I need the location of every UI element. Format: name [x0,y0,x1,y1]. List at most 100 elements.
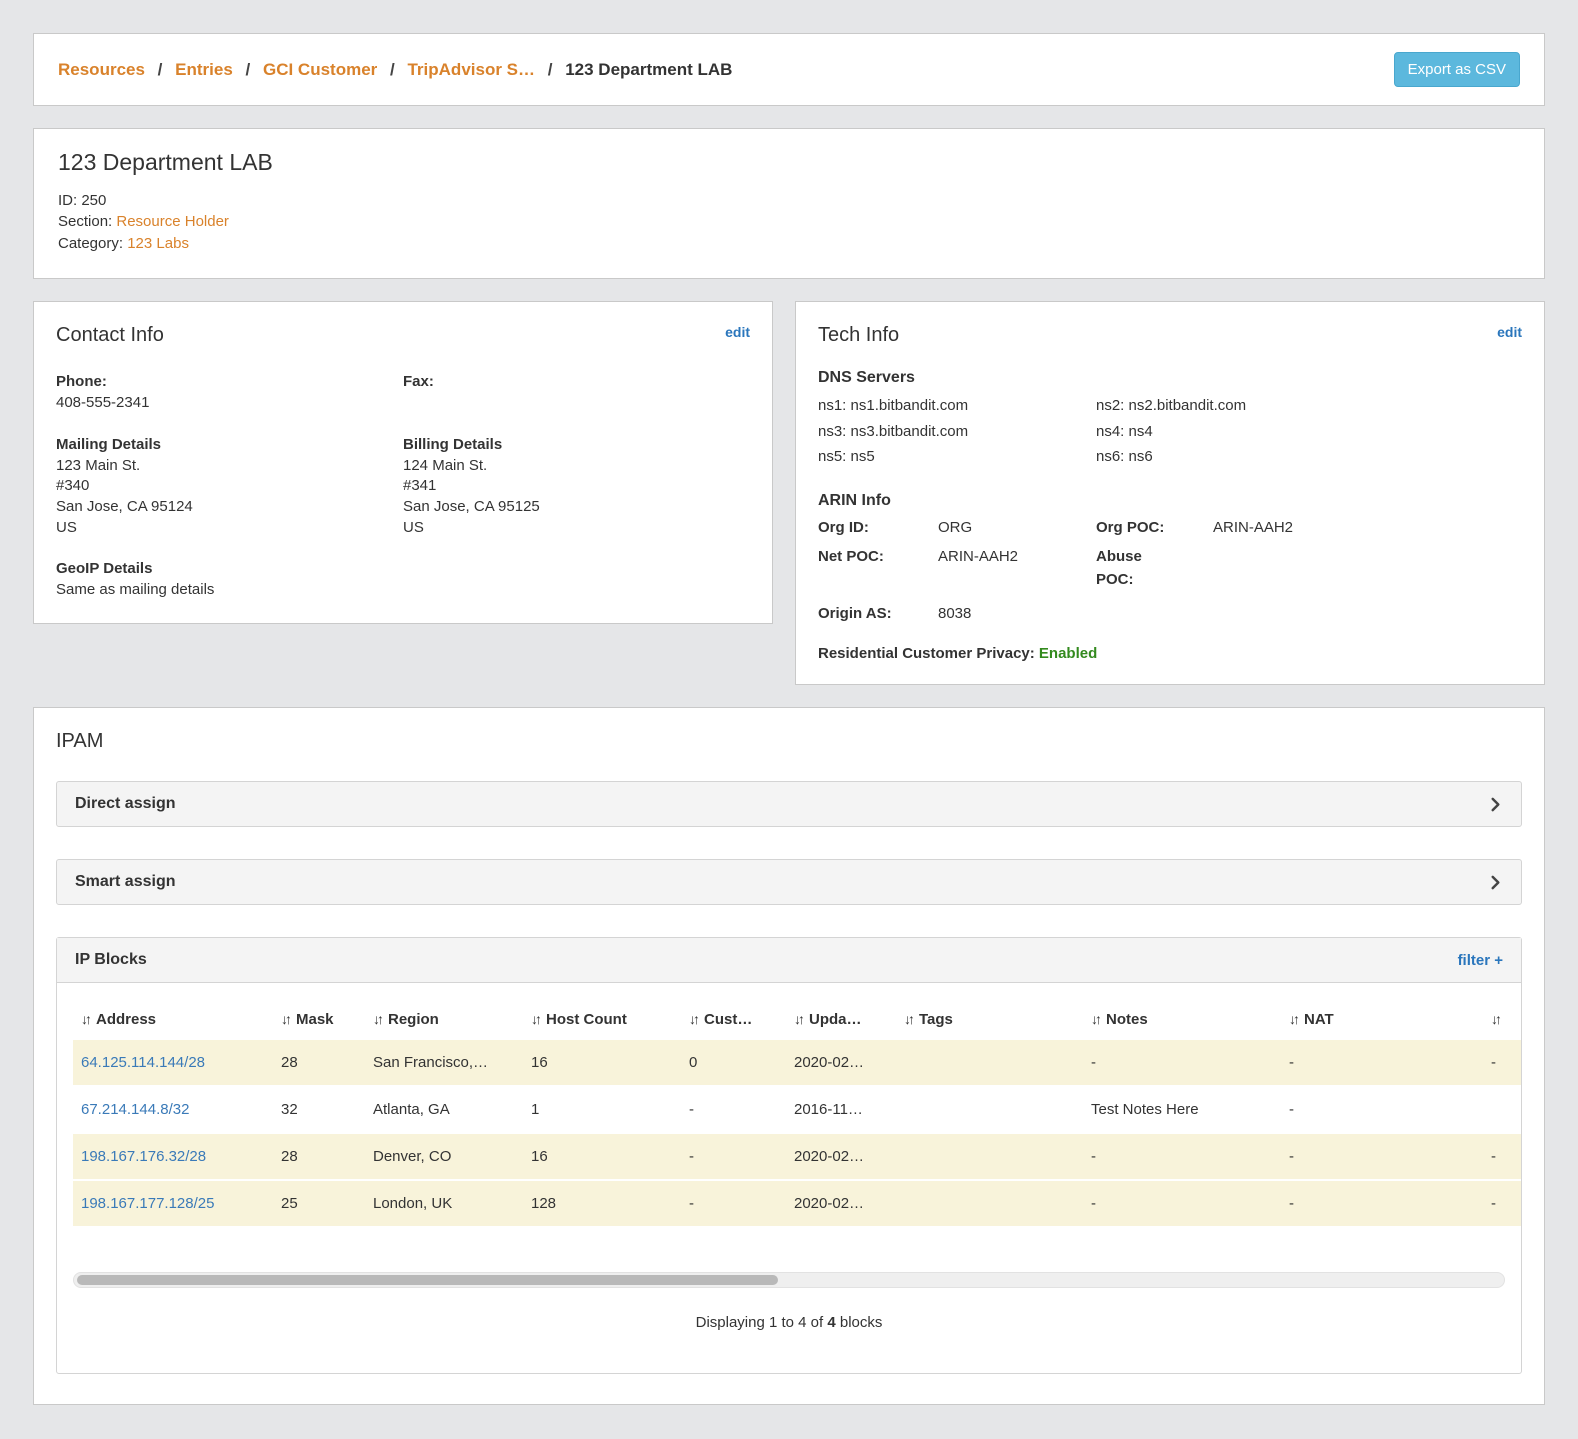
residential-privacy-value: Enabled [1039,645,1097,662]
entry-header-panel: 123 Department LAB ID: 250 Section: Reso… [33,128,1545,279]
cell-region: San Francisco,… [365,1040,523,1086]
cell-mask: 32 [273,1086,365,1133]
col-header-address[interactable]: ↓↑Address [73,999,273,1040]
net-poc-label: Net POC: [818,545,938,592]
chevron-right-icon [1488,875,1503,890]
col-header-tags[interactable]: ↓↑Tags [896,999,1083,1040]
arin-info-grid: Org ID: ORG Org POC: ARIN-AAH2 Net POC: … [818,516,1522,625]
cell-extra [1483,1086,1521,1133]
breadcrumb-link-resources[interactable]: Resources [58,60,145,79]
dns-entry: ns5: ns5 [818,444,1096,470]
dns-entry: ns6: ns6 [1096,444,1522,470]
billing-line: #341 [403,476,750,497]
org-id-value: ORG [938,516,1096,539]
sort-icon: ↓↑ [689,1011,697,1027]
ip-block-link[interactable]: 67.214.144.8/32 [81,1101,189,1118]
horizontal-scrollbar-thumb[interactable] [77,1275,778,1285]
contact-info-edit-link[interactable]: edit [725,324,750,340]
sort-icon: ↓↑ [281,1011,289,1027]
ip-block-link[interactable]: 64.125.114.144/28 [81,1054,205,1071]
cell-region: London, UK [365,1180,523,1227]
entry-id-value: 250 [81,192,106,209]
mailing-details-label: Mailing Details [56,436,403,453]
cell-updated: 2020-02… [786,1180,896,1227]
export-csv-button[interactable]: Export as CSV [1394,52,1520,87]
billing-details-label: Billing Details [403,436,750,453]
tech-info-edit-link[interactable]: edit [1497,324,1522,340]
ip-block-link[interactable]: 198.167.176.32/28 [81,1148,206,1165]
col-header-customer[interactable]: ↓↑Cust… [681,999,786,1040]
table-row: 67.214.144.8/32 32 Atlanta, GA 1 - 2016-… [73,1086,1521,1133]
cell-host-count: 128 [523,1180,681,1227]
cell-customer: - [681,1086,786,1133]
col-header-region[interactable]: ↓↑Region [365,999,523,1040]
org-poc-value: ARIN-AAH2 [1213,516,1522,539]
ip-blocks-table-wrap: ↓↑Address ↓↑Mask ↓↑Region ↓↑Host Count ↓… [57,983,1521,1228]
cell-nat: - [1281,1180,1483,1227]
geoip-details-block: GeoIP Details Same as mailing details [56,560,403,601]
col-header-host-count[interactable]: ↓↑Host Count [523,999,681,1040]
chevron-right-icon [1488,797,1503,812]
ipam-panel: IPAM Direct assign Smart assign IP Block… [33,707,1545,1405]
cell-host-count: 1 [523,1086,681,1133]
col-header-mask[interactable]: ↓↑Mask [273,999,365,1040]
col-header-nat[interactable]: ↓↑NAT [1281,999,1483,1040]
abuse-poc-value [1213,545,1522,592]
residential-privacy-label: Residential Customer Privacy: [818,645,1035,662]
col-header-notes[interactable]: ↓↑Notes [1083,999,1281,1040]
ip-blocks-table: ↓↑Address ↓↑Mask ↓↑Region ↓↑Host Count ↓… [73,999,1521,1228]
mailing-line: US [56,518,403,539]
col-header-updated[interactable]: ↓↑Upda… [786,999,896,1040]
cell-tags [896,1040,1083,1086]
fax-block: Fax: [403,373,750,414]
cell-nat: - [1281,1133,1483,1180]
mailing-line: #340 [56,476,403,497]
cell-notes: - [1083,1040,1281,1086]
net-poc-value: ARIN-AAH2 [938,545,1096,592]
col-header-extra[interactable]: ↓↑ [1483,999,1521,1040]
cell-address: 198.167.176.32/28 [73,1133,273,1180]
sort-icon: ↓↑ [1091,1011,1099,1027]
breadcrumb-link-entries[interactable]: Entries [175,60,233,79]
cell-mask: 28 [273,1133,365,1180]
phone-value: 408-555-2341 [56,393,403,414]
entry-category-label: Category: [58,235,123,252]
cell-notes: Test Notes Here [1083,1086,1281,1133]
contact-grid: Phone: 408-555-2341 Fax: Mailing Details… [56,373,750,601]
sort-icon: ↓↑ [904,1011,912,1027]
dns-entry: ns1: ns1.bitbandit.com [818,393,1096,419]
tech-info-panel: Tech Info edit DNS Servers ns1: ns1.bitb… [795,301,1545,685]
breadcrumb: Resources / Entries / GCI Customer / Tri… [58,60,732,80]
direct-assign-accordion[interactable]: Direct assign [56,781,1522,827]
ip-blocks-title: IP Blocks [75,951,147,969]
breadcrumb-separator: / [548,60,553,79]
phone-label: Phone: [56,373,403,390]
cell-tags [896,1180,1083,1227]
ip-block-link[interactable]: 198.167.177.128/25 [81,1195,214,1212]
cell-tags [896,1086,1083,1133]
arin-info-title: ARIN Info [818,492,1522,510]
footer-suffix: blocks [836,1314,883,1331]
filter-link[interactable]: filter + [1458,952,1503,969]
sort-icon: ↓↑ [531,1011,539,1027]
tech-info-title: Tech Info [818,324,899,347]
breadcrumb-bar: Resources / Entries / GCI Customer / Tri… [33,33,1545,106]
table-row: 198.167.177.128/25 25 London, UK 128 - 2… [73,1180,1521,1227]
cell-customer: 0 [681,1040,786,1086]
origin-as-label: Origin AS: [818,602,938,625]
smart-assign-label: Smart assign [75,873,175,891]
breadcrumb-link-gci-customer[interactable]: GCI Customer [263,60,377,79]
sort-icon: ↓↑ [81,1011,89,1027]
billing-line: US [403,518,750,539]
smart-assign-accordion[interactable]: Smart assign [56,859,1522,905]
entry-section-link[interactable]: Resource Holder [116,213,229,230]
cell-region: Atlanta, GA [365,1086,523,1133]
horizontal-scrollbar[interactable] [73,1272,1505,1288]
cell-address: 67.214.144.8/32 [73,1086,273,1133]
dns-entry: ns2: ns2.bitbandit.com [1096,393,1522,419]
origin-as-value: 8038 [938,602,1096,625]
cell-notes: - [1083,1133,1281,1180]
entry-category-link[interactable]: 123 Labs [127,235,189,252]
sort-icon: ↓↑ [794,1011,802,1027]
breadcrumb-link-tripadvisor[interactable]: TripAdvisor S… [407,60,535,79]
